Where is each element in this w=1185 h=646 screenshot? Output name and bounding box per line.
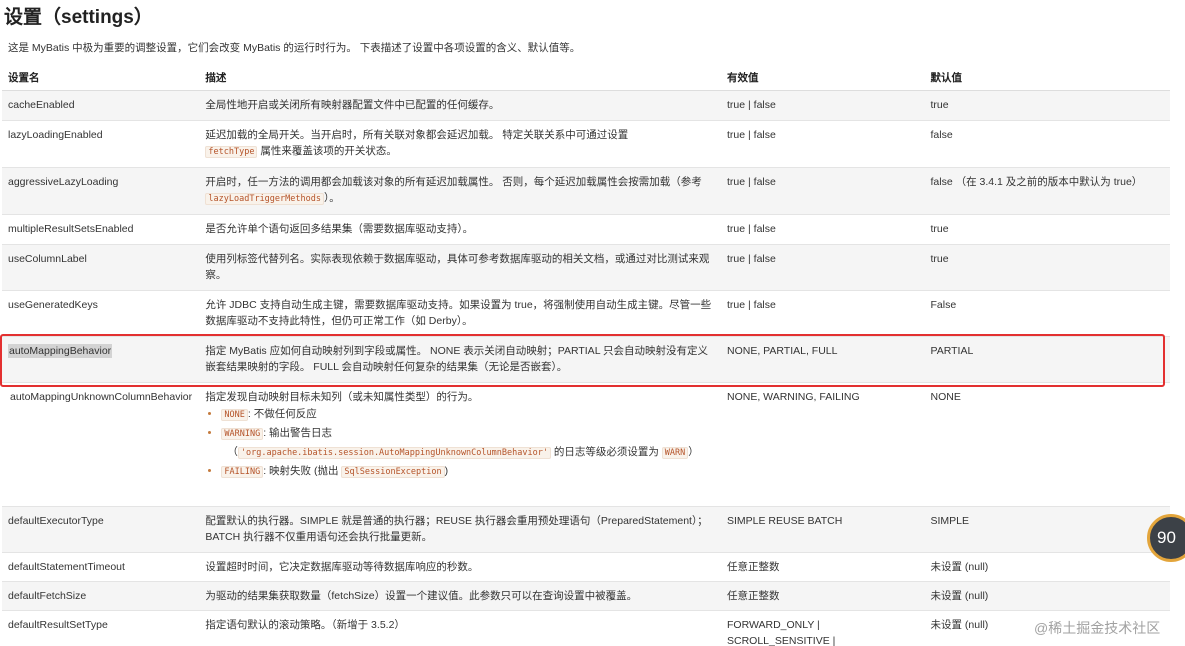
header-name: 设置名	[2, 64, 200, 91]
description-text: ）。	[323, 192, 340, 204]
setting-default: false	[924, 120, 1170, 168]
watermark: @稀土掘金技术社区	[1034, 620, 1161, 636]
code-failing: FAILING	[221, 466, 264, 478]
code-sqlsessionexception: SqlSessionException	[341, 466, 445, 478]
table-row: defaultStatementTimeout 设置超时时间，它决定数据库驱动等…	[2, 552, 1170, 582]
setting-description: 指定语句默认的滚动策略。（新增于 3.5.2）	[199, 610, 721, 646]
setting-description: 配置默认的执行器。SIMPLE 就是普通的执行器；REUSE 执行器会重用预处理…	[199, 506, 721, 553]
setting-valid-values: SIMPLE REUSE BATCH	[721, 506, 925, 553]
description-text: 开启时，任一方法的调用都会加载该对象的所有延迟加载属性。 否则，每个延迟加载属性…	[205, 176, 702, 188]
table-row: autoMappingBehavior 指定 MyBatis 应如何自动映射列到…	[2, 336, 1170, 383]
setting-valid-values: NONE, WARNING, FAILING	[721, 382, 925, 507]
code-none: NONE	[221, 409, 248, 421]
setting-valid-values: true | false	[721, 214, 925, 245]
setting-valid-values: true | false	[721, 90, 925, 121]
setting-default: PARTIAL	[924, 336, 1170, 383]
item-text: 的日志等级必须设置为	[550, 446, 662, 458]
setting-name: autoMappingUnknownColumnBehavior	[2, 382, 200, 507]
table-row: defaultExecutorType 配置默认的执行器。SIMPLE 就是普通…	[2, 506, 1170, 553]
list-item: WARNING: 输出警告日志 （'org.apache.ibatis.sessi…	[221, 424, 715, 462]
table-row: multipleResultSetsEnabled 是否允许单个语句返回多结果集…	[2, 214, 1170, 245]
setting-valid-values: true | false	[721, 290, 925, 337]
setting-name: defaultResultSetType	[2, 610, 200, 646]
setting-description: 为驱动的结果集获取数量（fetchSize）设置一个建议值。此参数只可以在查询设…	[199, 581, 721, 611]
setting-valid-values: 任意正整数	[721, 581, 925, 611]
code-warn: WARN	[661, 447, 689, 459]
header-description: 描述	[199, 64, 721, 91]
setting-name: multipleResultSetsEnabled	[2, 214, 200, 245]
item-text: : 映射失败 (抛出	[263, 465, 342, 477]
item-text: : 不做任何反应	[247, 408, 317, 420]
table-row: defaultFetchSize 为驱动的结果集获取数量（fetchSize）设…	[2, 581, 1170, 611]
table-row: useGeneratedKeys 允许 JDBC 支持自动生成主键，需要数据库驱…	[2, 290, 1170, 337]
code-fetchtype: fetchType	[205, 146, 258, 158]
setting-description: 指定发现自动映射目标未知列（或未知属性类型）的行为。 NONE: 不做任何反应 …	[199, 382, 721, 507]
setting-default: SIMPLE	[924, 506, 1170, 553]
settings-table: 设置名 描述 有效值 默认值 cacheEnabled 全局性地开启或关闭所有映…	[2, 64, 1170, 646]
setting-description: 开启时，任一方法的调用都会加载该对象的所有延迟加载属性。 否则，每个延迟加载属性…	[199, 167, 721, 215]
table-row: lazyLoadingEnabled 延迟加载的全局开关。当开启时，所有关联对象…	[2, 120, 1170, 168]
item-text: : 输出警告日志	[263, 427, 333, 439]
description-text: 延迟加载的全局开关。当开启时，所有关联对象都会延迟加载。 特定关联关系中可通过设…	[205, 129, 629, 141]
setting-description: 允许 JDBC 支持自动生成主键，需要数据库驱动支持。如果设置为 true，将强…	[199, 290, 721, 337]
setting-name: lazyLoadingEnabled	[2, 120, 200, 168]
setting-default: true	[924, 90, 1170, 121]
setting-name: defaultExecutorType	[2, 506, 200, 553]
setting-default: true	[924, 214, 1170, 245]
page-title: 设置（settings）	[4, 7, 153, 28]
table-row: cacheEnabled 全局性地开启或关闭所有映射器配置文件中已配置的任何缓存…	[2, 90, 1170, 121]
setting-name: aggressiveLazyLoading	[2, 167, 200, 215]
setting-default: 未设置 (null)	[924, 552, 1170, 582]
setting-valid-values: FORWARD_ONLY | SCROLL_SENSITIVE |	[721, 610, 925, 646]
intro-text: 这是 MyBatis 中极为重要的调整设置，它们会改变 MyBatis 的运行时…	[8, 42, 581, 54]
header-valid-values: 有效值	[721, 64, 925, 91]
behavior-list: NONE: 不做任何反应 WARNING: 输出警告日志 （'org.apache…	[205, 405, 715, 481]
description-text: 指定发现自动映射目标未知列（或未知属性类型）的行为。	[205, 391, 479, 403]
setting-name: defaultStatementTimeout	[2, 552, 200, 582]
setting-default: true	[924, 244, 1170, 291]
setting-valid-values: true | false	[721, 167, 925, 215]
setting-valid-values: 任意正整数	[721, 552, 925, 582]
setting-default: False	[924, 290, 1170, 337]
item-text: )	[444, 465, 449, 477]
setting-name: cacheEnabled	[2, 90, 200, 121]
list-item: NONE: 不做任何反应	[221, 405, 715, 424]
setting-description: 延迟加载的全局开关。当开启时，所有关联对象都会延迟加载。 特定关联关系中可通过设…	[199, 120, 721, 168]
setting-description: 指定 MyBatis 应如何自动映射列到字段或属性。 NONE 表示关闭自动映射…	[199, 336, 721, 383]
setting-valid-values: true | false	[721, 244, 925, 291]
table-row: aggressiveLazyLoading 开启时，任一方法的调用都会加载该对象…	[2, 167, 1170, 215]
setting-description: 是否允许单个语句返回多结果集（需要数据库驱动支持）。	[199, 214, 721, 245]
setting-name: defaultFetchSize	[2, 581, 200, 611]
description-text: 属性来覆盖该项的开关状态。	[260, 145, 397, 157]
item-text: （	[227, 446, 238, 458]
header-default: 默认值	[924, 64, 1170, 91]
setting-name: useGeneratedKeys	[2, 290, 200, 337]
setting-valid-values: NONE, PARTIAL, FULL	[721, 336, 925, 383]
item-text: ）	[688, 446, 699, 458]
code-warning: WARNING	[221, 428, 264, 440]
setting-default: 未设置 (null)	[924, 581, 1170, 611]
setting-default: NONE	[924, 382, 1170, 507]
code-logger-class: 'org.apache.ibatis.session.AutoMappingUn…	[237, 447, 551, 459]
table-header-row: 设置名 描述 有效值 默认值	[2, 64, 1170, 91]
setting-valid-values: true | false	[721, 120, 925, 168]
valid-value-line: SCROLL_SENSITIVE |	[727, 635, 836, 646]
valid-value-line: FORWARD_ONLY |	[727, 619, 820, 631]
list-item: FAILING: 映射失败 (抛出 SqlSessionException)	[221, 462, 715, 481]
setting-description: 全局性地开启或关闭所有映射器配置文件中已配置的任何缓存。	[199, 90, 721, 121]
setting-default: false （在 3.4.1 及之前的版本中默认为 true）	[924, 167, 1170, 215]
code-lazyloadtriggermethods: lazyLoadTriggerMethods	[205, 193, 324, 205]
selected-setting-name: autoMappingBehavior	[8, 344, 113, 358]
setting-name: autoMappingBehavior	[2, 336, 200, 383]
table-row: useColumnLabel 使用列标签代替列名。实际表现依赖于数据库驱动，具体…	[2, 244, 1170, 291]
setting-description: 设置超时时间，它决定数据库驱动等待数据库响应的秒数。	[199, 552, 721, 582]
setting-description: 使用列标签代替列名。实际表现依赖于数据库驱动，具体可参考数据库驱动的相关文档，或…	[199, 244, 721, 291]
setting-name: useColumnLabel	[2, 244, 200, 291]
table-row: defaultResultSetType 指定语句默认的滚动策略。（新增于 3.…	[2, 610, 1170, 646]
table-row: autoMappingUnknownColumnBehavior 指定发现自动映…	[2, 382, 1170, 507]
